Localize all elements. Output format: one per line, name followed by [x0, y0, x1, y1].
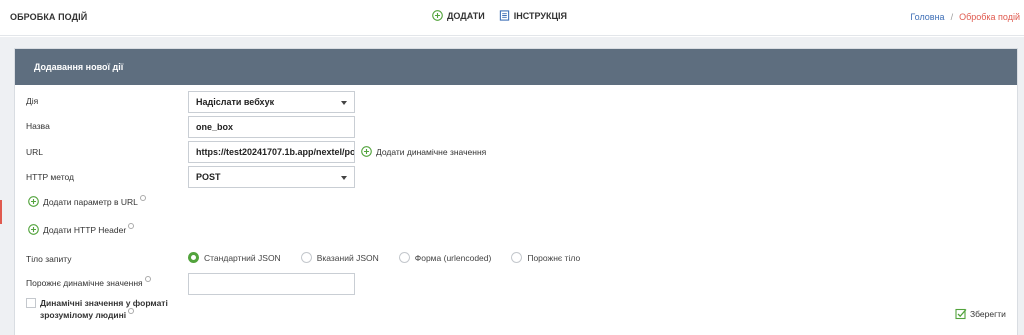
instruction-button[interactable]: ІНСТРУКЦІЯ: [499, 10, 567, 21]
empty-dynamic-value-input[interactable]: [188, 273, 355, 295]
breadcrumb-current: Обробка подій: [959, 12, 1020, 22]
request-body-options: Стандартний JSON Вказаний JSON Форма (ur…: [188, 252, 600, 263]
name-input[interactable]: one_box: [188, 116, 355, 138]
info-icon: [128, 222, 135, 229]
top-actions: ДОДАТИ ІНСТРУКЦІЯ: [432, 10, 581, 21]
radio-standard-json[interactable]: Стандартний JSON: [188, 252, 281, 263]
radio-empty-body[interactable]: Порожнє тіло: [511, 252, 580, 263]
human-readable-label-line1: Динамічні значення у форматі: [40, 298, 168, 308]
plus-circle-icon: [361, 146, 372, 157]
save-button-label: Зберегти: [970, 309, 1006, 319]
info-icon: [144, 276, 151, 282]
empty-dynamic-value-label: Порожнє динамічне значення: [26, 276, 151, 288]
radio-unchecked-icon: [511, 252, 523, 263]
radio-unchecked-icon: [300, 252, 312, 263]
add-dynamic-value-button[interactable]: Додати динамічне значення: [361, 146, 486, 157]
document-icon: [499, 10, 510, 21]
http-method-select[interactable]: POST: [188, 166, 355, 188]
radio-label: Стандартний JSON: [204, 252, 281, 263]
top-bar: ОБРОБКА ПОДІЙ ДОДАТИ ІНСТРУКЦІЯ Головна …: [0, 0, 1024, 36]
page-title: ОБРОБКА ПОДІЙ: [10, 12, 88, 22]
plus-circle-icon: [28, 196, 39, 207]
add-url-param-button[interactable]: Додати параметр в URL: [28, 194, 146, 207]
breadcrumb-home-link[interactable]: Головна: [910, 12, 944, 22]
human-readable-label-line2-text: зрозумілому людині: [40, 310, 127, 320]
radio-checked-icon: [188, 252, 199, 263]
url-label: URL: [26, 147, 44, 157]
add-dynamic-value-label: Додати динамічне значення: [376, 146, 487, 157]
add-button-label: ДОДАТИ: [447, 10, 485, 21]
radio-unchecked-icon: [398, 252, 410, 263]
left-edge-marker: [0, 200, 2, 224]
breadcrumb: Головна / Обробка подій: [910, 12, 1020, 22]
plus-circle-icon: [28, 224, 39, 235]
check-square-icon: [955, 308, 967, 320]
save-button[interactable]: Зберегти: [955, 308, 1006, 320]
radio-label: Форма (urlencoded): [414, 252, 492, 263]
panel-title: Додавання нової дії: [15, 49, 1017, 85]
http-method-value: POST: [196, 172, 221, 182]
action-select[interactable]: Надіслати вебхук: [188, 91, 355, 113]
human-readable-label: Динамічні значення у форматі зрозумілому…: [40, 297, 168, 321]
chevron-down-icon: [341, 101, 347, 105]
action-label: Дія: [26, 96, 39, 106]
add-action-panel: Додавання нової дії: [14, 48, 1018, 335]
add-url-param-label: Додати параметр в URL: [43, 196, 138, 207]
add-http-header-label: Додати HTTP Header: [43, 224, 127, 235]
info-icon: [139, 194, 146, 201]
human-readable-checkbox[interactable]: [26, 298, 36, 308]
info-icon: [128, 308, 135, 314]
human-readable-label-line2: зрозумілому людині: [40, 308, 168, 321]
http-method-label: HTTP метод: [26, 172, 74, 182]
request-body-label: Тіло запиту: [26, 254, 72, 264]
add-http-header-button[interactable]: Додати HTTP Header: [28, 222, 135, 235]
plus-circle-icon: [432, 10, 443, 21]
url-input[interactable]: https://test20241707.1b.app/nextel/po: [188, 141, 355, 163]
radio-label: Вказаний JSON: [316, 252, 379, 263]
empty-dynamic-value-text: Порожнє динамічне значення: [26, 278, 143, 288]
radio-form-urlencoded[interactable]: Форма (urlencoded): [398, 252, 492, 263]
radio-label: Порожнє тіло: [527, 252, 581, 263]
breadcrumb-separator: /: [950, 12, 954, 22]
radio-custom-json[interactable]: Вказаний JSON: [300, 252, 379, 263]
chevron-down-icon: [341, 176, 347, 180]
name-label: Назва: [26, 121, 50, 131]
instruction-button-label: ІНСТРУКЦІЯ: [513, 10, 568, 21]
action-select-value: Надіслати вебхук: [196, 97, 275, 107]
add-button[interactable]: ДОДАТИ: [432, 10, 485, 21]
